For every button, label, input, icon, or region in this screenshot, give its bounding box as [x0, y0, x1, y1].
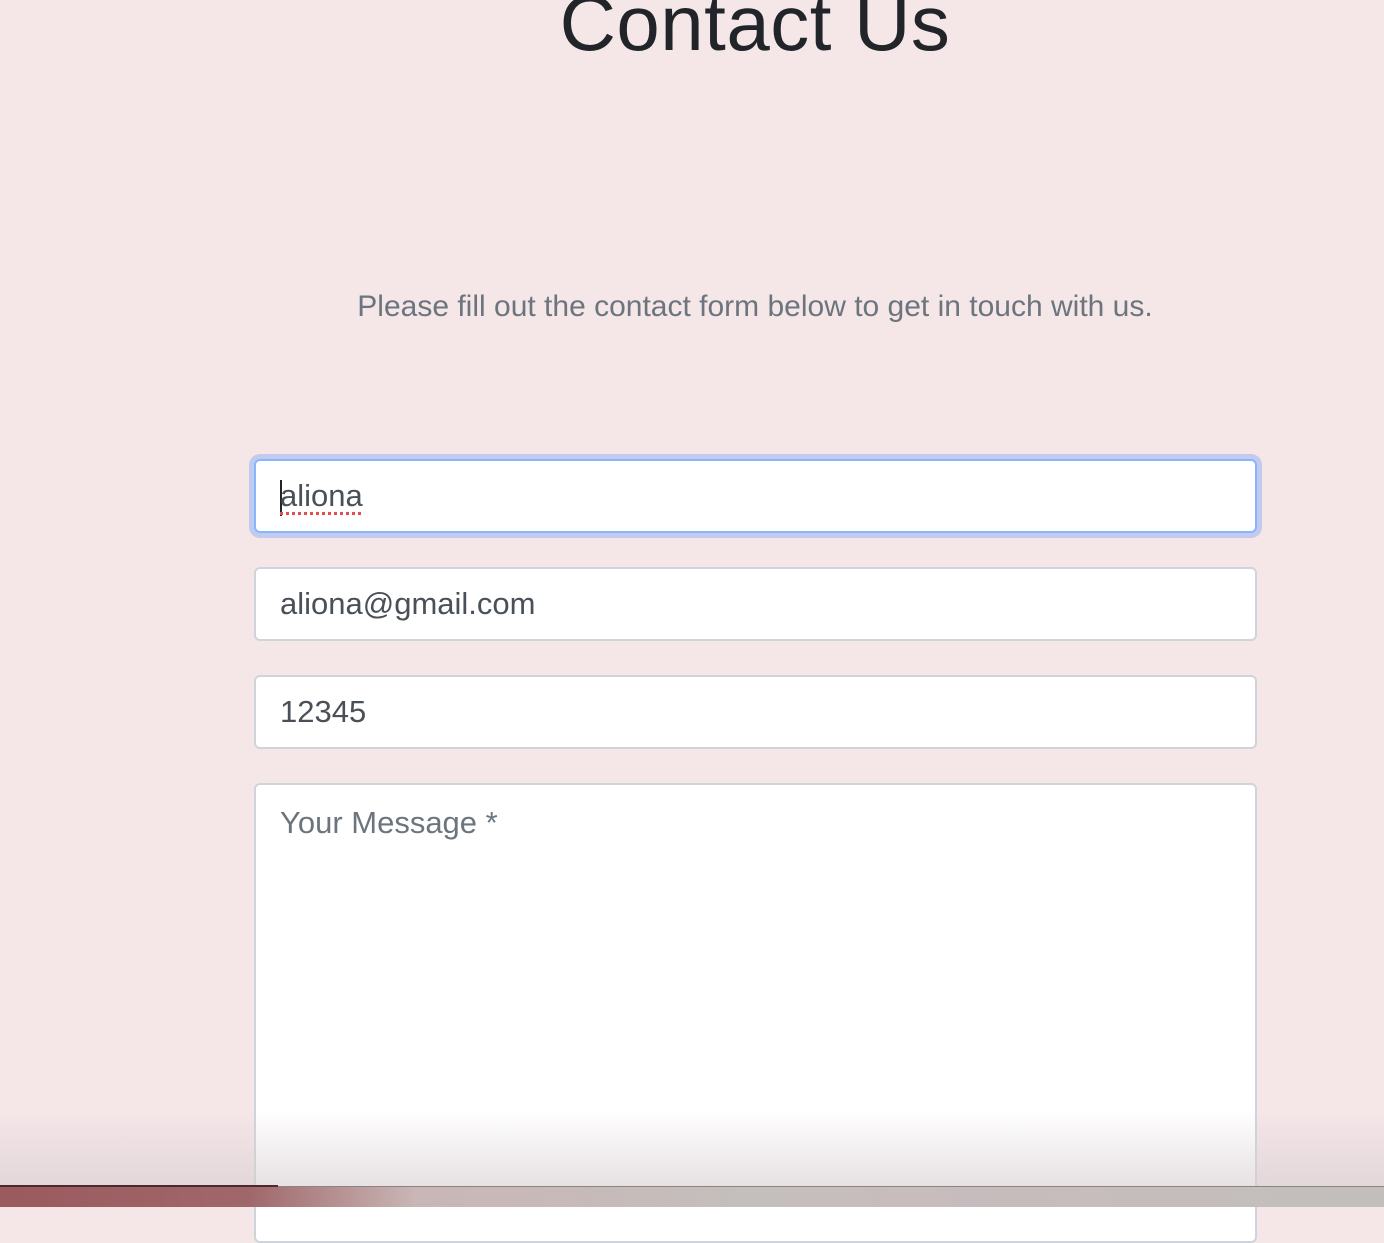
- phone-input[interactable]: 12345: [254, 675, 1257, 749]
- message-textarea[interactable]: Your Message *: [254, 783, 1257, 1243]
- dock-strip: [0, 1185, 1384, 1207]
- email-input-value: aliona@gmail.com: [280, 586, 536, 621]
- page-subtitle: Please fill out the contact form below t…: [357, 290, 1153, 323]
- email-input[interactable]: aliona@gmail.com: [254, 567, 1257, 641]
- message-placeholder: Your Message *: [280, 805, 498, 840]
- phone-input-value: 12345: [280, 694, 367, 729]
- name-input[interactable]: aliona: [254, 459, 1257, 533]
- page-title: Contact Us: [559, 0, 951, 67]
- dock-divider: [0, 1185, 278, 1187]
- name-input-value: aliona: [280, 478, 363, 513]
